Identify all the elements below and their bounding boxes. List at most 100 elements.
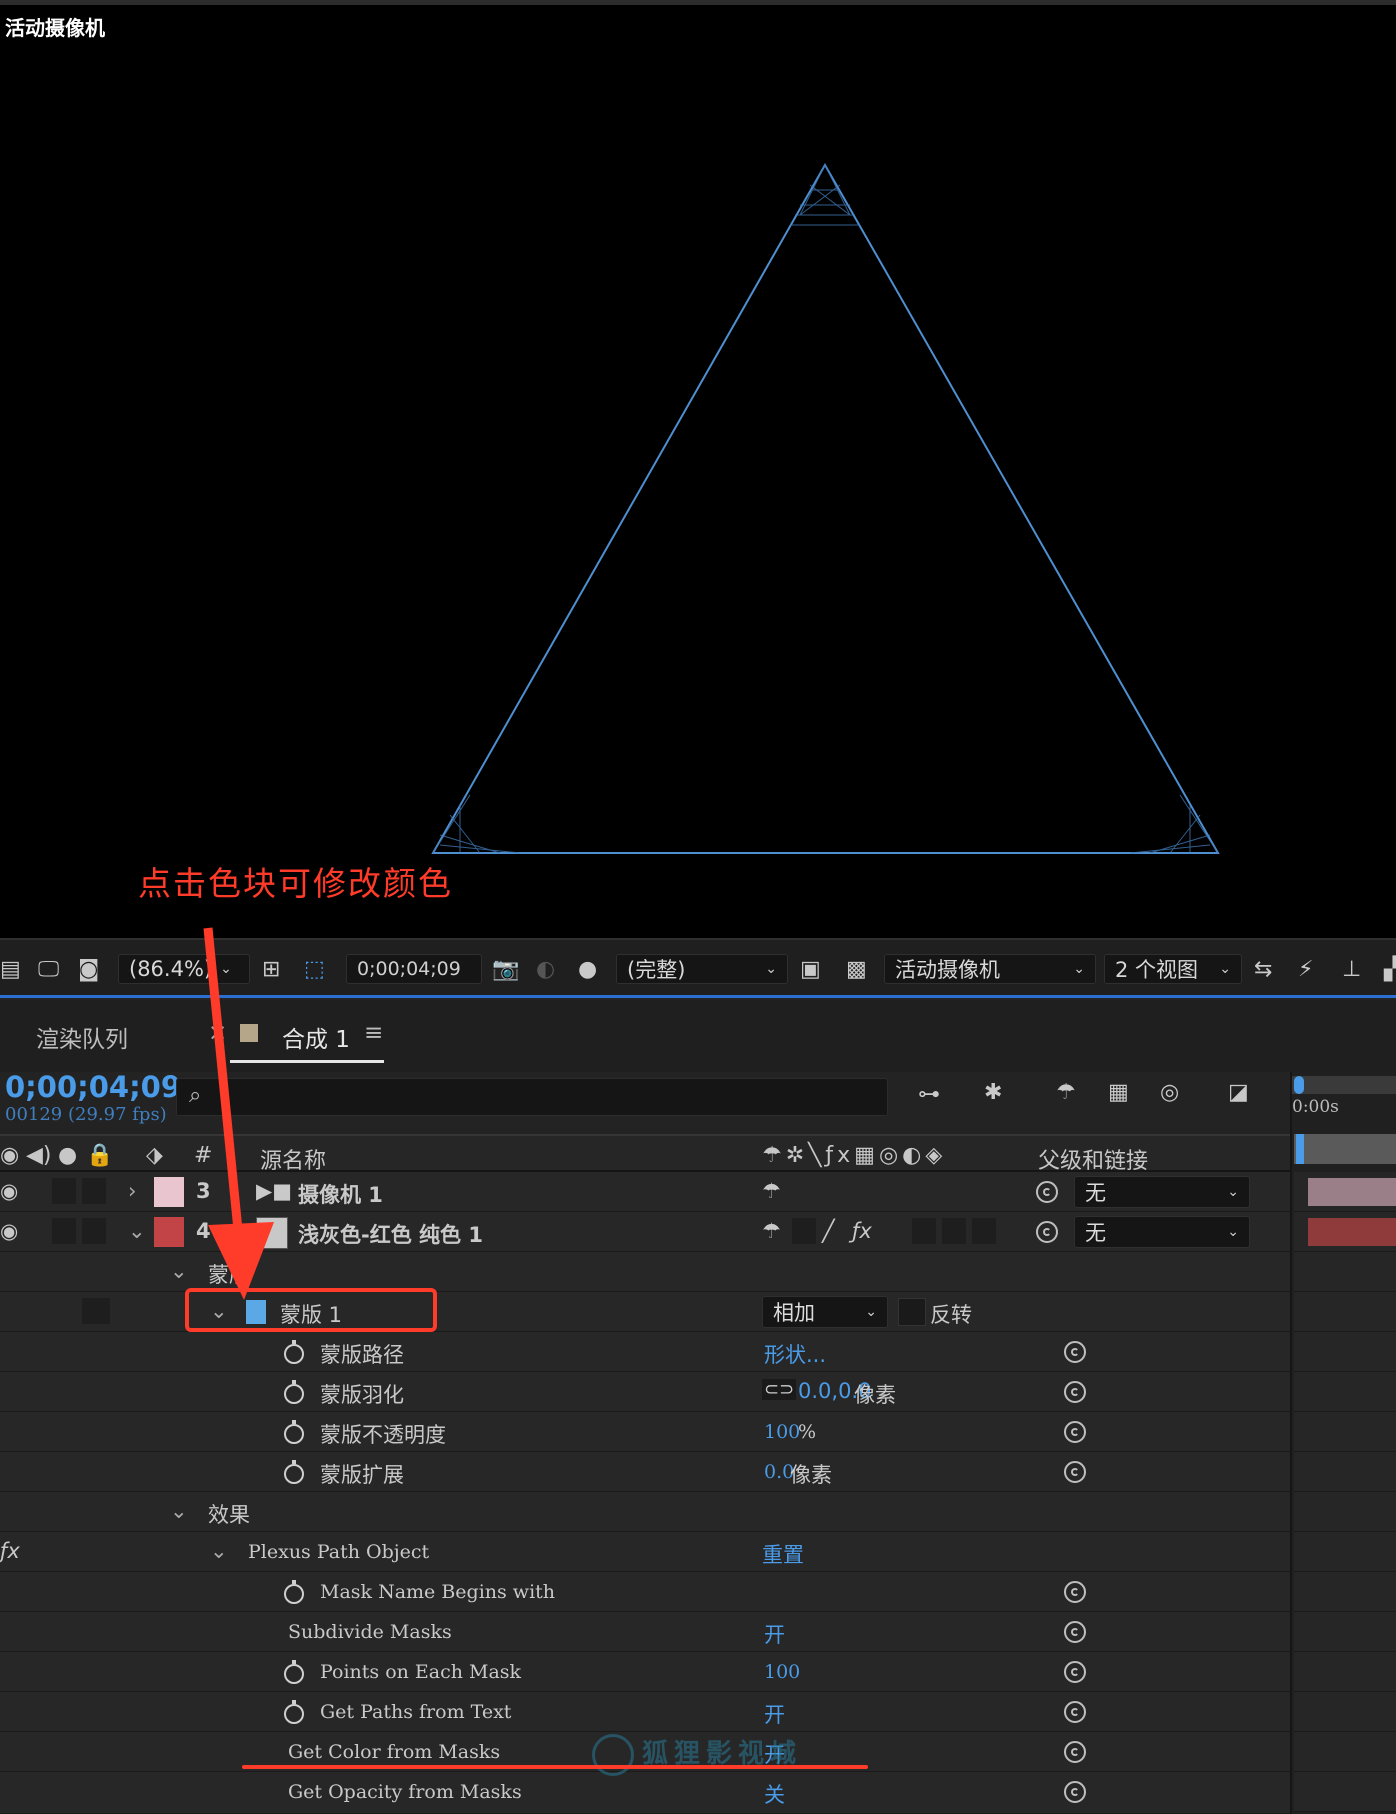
work-area-bar[interactable] [1292, 1076, 1396, 1094]
layer-row-solid[interactable]: ◉ ⌄ 4 浅灰色-红色 纯色 1 ☂ ╱ ƒx 无 ⌄ [0, 1212, 1290, 1252]
stopwatch-icon[interactable] [284, 1380, 304, 1404]
column-parent[interactable]: 父级和链接 [1038, 1143, 1148, 1175]
mask-opacity-row[interactable]: 蒙版不透明度 100 % [0, 1412, 1290, 1452]
label-icon[interactable]: ⬗ [146, 1143, 163, 1168]
stopwatch-icon[interactable] [284, 1420, 304, 1444]
view-layout-dropdown[interactable]: 2 个视图 ⌄ [1104, 954, 1242, 984]
pick-whip-icon[interactable] [1064, 1621, 1086, 1643]
masks-group-row[interactable]: ⌄ 蒙版 [0, 1252, 1290, 1292]
camera-layer-bar[interactable] [1308, 1178, 1396, 1206]
shy-switch-icon[interactable]: ☂ [762, 1219, 781, 1243]
camera-snapshot-icon[interactable]: 📷 [492, 954, 519, 984]
3d-layer-switch[interactable] [972, 1218, 996, 1244]
playhead[interactable] [1296, 1134, 1304, 1164]
chevron-right-icon[interactable]: › [128, 1179, 136, 1203]
eye-icon[interactable]: ◉ [0, 1143, 19, 1168]
mask-mode-dropdown[interactable]: 相加 ⌄ [762, 1296, 888, 1328]
audio-icon[interactable]: ◀) [26, 1143, 52, 1168]
motion-blur-icon[interactable]: ◎ [1160, 1080, 1179, 1105]
effect-reset-link[interactable]: 重置 [762, 1539, 804, 1569]
opacity-value[interactable]: 100 [764, 1421, 800, 1443]
pick-whip-icon[interactable] [1064, 1661, 1086, 1683]
solid-layer-bar[interactable] [1308, 1218, 1396, 1246]
effect-prop-row[interactable]: Mask Name Begins with [0, 1572, 1290, 1612]
effects-group-row[interactable]: ⌄ 效果 [0, 1492, 1290, 1532]
mask-path-icon[interactable]: ⬚ [304, 954, 325, 984]
effect-prop-row[interactable]: Subdivide Masks 开 [0, 1612, 1290, 1652]
draft-3d-icon[interactable]: ✱ [984, 1080, 1002, 1105]
pick-whip-icon[interactable] [1064, 1701, 1086, 1723]
timeline-timecode[interactable]: 0;00;04;09 [5, 1070, 181, 1104]
tab-render-queue[interactable]: 渲染队列 [36, 1020, 128, 1054]
stopwatch-icon[interactable] [284, 1580, 304, 1604]
graph-editor-icon[interactable]: ◪ [1228, 1080, 1249, 1105]
property-value[interactable]: 开 [764, 1699, 785, 1729]
tab-comp-1[interactable]: 合成 1 [282, 1020, 350, 1054]
lock-toggle[interactable] [82, 1218, 106, 1244]
stopwatch-icon[interactable] [284, 1340, 304, 1364]
effect-plexus-row[interactable]: ƒx ⌄ Plexus Path Object 重置 [0, 1532, 1290, 1572]
lock-icon[interactable]: 🔒 [86, 1143, 113, 1168]
mask-feather-row[interactable]: 蒙版羽化 ⊂⊃ 0.0,0.0 像素 [0, 1372, 1290, 1412]
grid-icon[interactable]: ⊞ [262, 954, 280, 984]
timeline-icon[interactable]: ⊥ [1342, 954, 1361, 984]
invert-checkbox[interactable] [898, 1298, 926, 1326]
transparency-grid-icon[interactable]: ▩ [846, 954, 867, 984]
column-source-name[interactable]: 源名称 [260, 1143, 326, 1175]
flowchart-icon[interactable]: ▞ [1384, 954, 1396, 984]
layer-label-color[interactable] [154, 1217, 184, 1247]
effect-name[interactable]: Plexus Path Object [248, 1541, 429, 1563]
zoom-dropdown[interactable]: (86.4%) ⌄ [118, 954, 250, 984]
visibility-eye-icon[interactable]: ◉ [0, 1179, 18, 1203]
fx-switch-icon[interactable]: ƒx [852, 1219, 872, 1243]
timeline-area[interactable]: 0:00s [1290, 1072, 1396, 1814]
solo-icon[interactable]: ● [58, 1143, 77, 1168]
camera-view-dropdown[interactable]: 活动摄像机 ⌄ [884, 954, 1096, 984]
pick-whip-icon[interactable] [1036, 1181, 1058, 1203]
monitor-icon[interactable]: 🖵 [38, 954, 59, 984]
pick-whip-icon[interactable] [1064, 1421, 1086, 1443]
close-icon[interactable]: × [208, 1020, 227, 1046]
fast-previews-icon[interactable]: ⚡ [1298, 954, 1313, 984]
solo-toggle[interactable] [52, 1218, 76, 1244]
pick-whip-icon[interactable] [1064, 1461, 1086, 1483]
lock-toggle[interactable] [82, 1298, 110, 1324]
color-channels-icon[interactable]: ● [578, 954, 597, 984]
work-area-start-handle[interactable] [1294, 1076, 1304, 1094]
layer-search-input[interactable]: ⌕ [176, 1078, 888, 1116]
chevron-down-icon[interactable]: ⌄ [170, 1259, 188, 1283]
parent-dropdown[interactable]: 无 ⌄ [1074, 1176, 1250, 1208]
visibility-eye-icon[interactable]: ◉ [0, 1219, 18, 1243]
pick-whip-icon[interactable] [1036, 1221, 1058, 1243]
mask-expansion-row[interactable]: 蒙版扩展 0.0 像素 [0, 1452, 1290, 1492]
quality-switch-icon[interactable]: ╱ [822, 1219, 835, 1243]
chevron-down-icon[interactable]: ⌄ [128, 1219, 146, 1243]
solo-toggle[interactable] [52, 1178, 76, 1204]
frame-blending-icon[interactable]: ▦ [1108, 1080, 1129, 1105]
shy-layers-icon[interactable]: ☂ [1056, 1080, 1076, 1105]
pick-whip-icon[interactable] [1064, 1381, 1086, 1403]
property-value[interactable]: 100 [764, 1661, 800, 1683]
resolution-dropdown[interactable]: (完整) ⌄ [616, 954, 788, 984]
lock-toggle[interactable] [82, 1178, 106, 1204]
property-value[interactable]: 开 [764, 1619, 785, 1649]
panel-menu-icon[interactable]: ≡ [364, 1020, 383, 1046]
effect-prop-row[interactable]: Get Opacity from Masks 关 [0, 1772, 1290, 1814]
composition-viewer[interactable]: 活动摄像机 [0, 0, 1396, 938]
constrain-link-icon[interactable]: ⊂⊃ [762, 1379, 797, 1400]
switches-icons[interactable]: ☂✲╲ƒx▦◎◐◈ [762, 1143, 946, 1168]
layer-row-camera[interactable]: ◉ › 3 ▶■ 摄像机 1 ☂ 无 ⌄ [0, 1172, 1290, 1212]
stopwatch-icon[interactable] [284, 1700, 304, 1724]
chevron-down-icon[interactable]: ⌄ [210, 1539, 228, 1563]
mask-view-icon[interactable]: ◙ [78, 954, 99, 984]
toggle-pixel-aspect-icon[interactable]: ⇆ [1254, 954, 1272, 984]
layer-name[interactable]: 摄像机 1 [298, 1179, 383, 1209]
fx-icon[interactable]: ƒx [0, 1539, 20, 1563]
current-time-field[interactable]: 0;00;04;09 [346, 954, 482, 984]
property-value[interactable]: 关 [764, 1779, 785, 1809]
stopwatch-icon[interactable] [284, 1660, 304, 1684]
mask-path-value[interactable]: 形状... [764, 1339, 826, 1369]
chevron-down-icon[interactable]: ⌄ [170, 1499, 188, 1523]
layer-label-color[interactable] [154, 1177, 184, 1207]
pick-whip-icon[interactable] [1064, 1581, 1086, 1603]
